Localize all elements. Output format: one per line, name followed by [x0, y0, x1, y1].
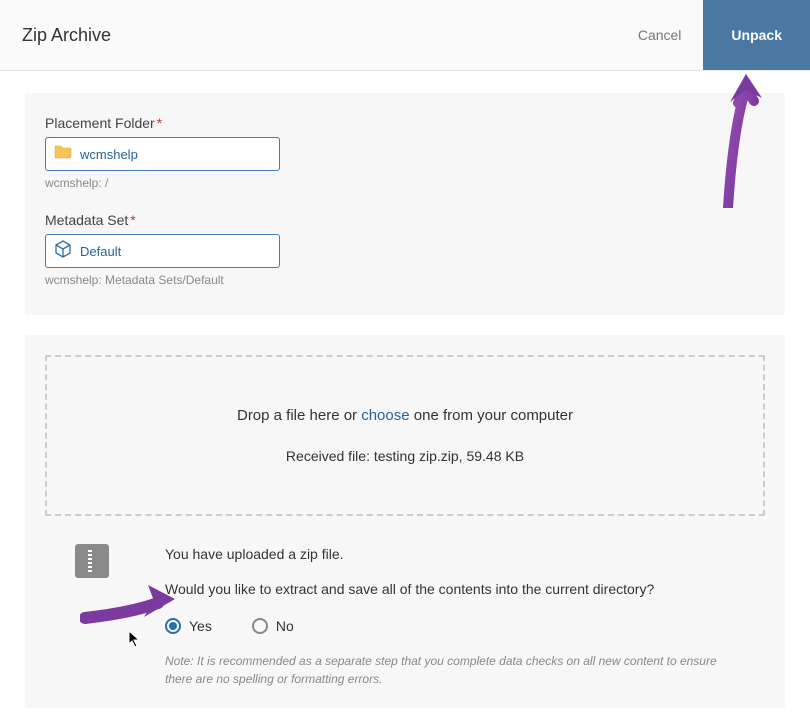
cube-icon — [54, 240, 72, 263]
placement-folder-label: Placement Folder* — [45, 115, 765, 131]
extract-radio-group: Yes No — [165, 618, 735, 634]
page-title: Zip Archive — [22, 25, 111, 46]
received-file-line: Received file: testing zip.zip, 59.48 KB — [67, 448, 743, 464]
extract-no-radio[interactable]: No — [252, 618, 294, 634]
extract-yes-radio[interactable]: Yes — [165, 618, 212, 634]
unpack-button[interactable]: Unpack — [703, 0, 810, 70]
cancel-button[interactable]: Cancel — [616, 0, 704, 70]
extract-yes-label: Yes — [189, 618, 212, 634]
required-asterisk: * — [130, 212, 135, 228]
choose-file-link[interactable]: choose — [361, 407, 409, 424]
radio-circle-icon — [252, 618, 268, 634]
modal-header: Zip Archive Cancel Unpack — [0, 0, 810, 71]
lower-panel: Drop a file here or choose one from your… — [25, 335, 785, 708]
placement-folder-value: wcmshelp — [80, 147, 138, 162]
zip-extract-question: Would you like to extract and save all o… — [165, 579, 735, 600]
placement-folder-field: Placement Folder* wcmshelp wcmshelp: / — [45, 115, 765, 190]
radio-circle-icon — [165, 618, 181, 634]
header-actions: Cancel Unpack — [616, 0, 810, 70]
metadata-set-label: Metadata Set* — [45, 212, 765, 228]
placement-folder-chooser[interactable]: wcmshelp — [45, 137, 280, 171]
metadata-set-chooser[interactable]: Default — [45, 234, 280, 268]
dropzone-text-before: Drop a file here or — [237, 407, 361, 424]
metadata-set-label-text: Metadata Set — [45, 212, 128, 228]
placement-folder-label-text: Placement Folder — [45, 115, 155, 131]
metadata-set-value: Default — [80, 244, 121, 259]
zip-body: You have uploaded a zip file. Would you … — [165, 544, 735, 688]
extract-no-label: No — [276, 618, 294, 634]
zip-icon — [75, 544, 109, 578]
zip-uploaded-message: You have uploaded a zip file. — [165, 544, 735, 565]
metadata-set-field: Metadata Set* Default wcmshelp: Metadata… — [45, 212, 765, 287]
placement-folder-helper: wcmshelp: / — [45, 176, 765, 190]
dropzone-instruction: Drop a file here or choose one from your… — [67, 407, 743, 424]
dropzone-text-after: one from your computer — [410, 407, 573, 424]
required-asterisk: * — [157, 115, 162, 131]
metadata-set-helper: wcmshelp: Metadata Sets/Default — [45, 273, 765, 287]
zip-icon-column — [75, 544, 165, 578]
folder-icon — [54, 145, 72, 164]
zip-section: You have uploaded a zip file. Would you … — [45, 544, 765, 688]
received-prefix: Received file: — [286, 448, 374, 464]
upper-panel: Placement Folder* wcmshelp wcmshelp: / M… — [25, 93, 785, 315]
file-dropzone[interactable]: Drop a file here or choose one from your… — [45, 355, 765, 516]
received-file-name: testing zip.zip, 59.48 KB — [374, 448, 524, 464]
zip-note: Note: It is recommended as a separate st… — [165, 652, 735, 688]
